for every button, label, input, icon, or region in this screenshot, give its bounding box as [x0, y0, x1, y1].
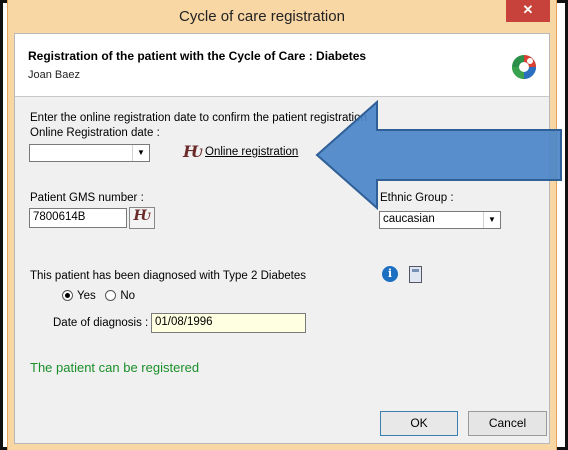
ok-button[interactable]: OK: [380, 411, 458, 436]
online-date-label: Online Registration date :: [30, 127, 160, 139]
status-message: The patient can be registered: [30, 360, 200, 375]
diagnosis-date-field[interactable]: 01/08/1996: [151, 313, 306, 333]
dialog-window: Cycle of care registration ✕ Registratio…: [7, 0, 557, 450]
info-icon[interactable]: i: [382, 266, 398, 282]
patient-name: Joan Baez: [28, 69, 80, 81]
diagnosis-date-value: 01/08/1996: [155, 316, 213, 328]
hse-icon[interactable]: Ƕ: [183, 142, 203, 161]
radio-on-icon: [62, 290, 73, 302]
dialog-header: Registration of the patient with the Cyc…: [15, 34, 549, 97]
diagnosis-date-label: Date of diagnosis :: [53, 317, 149, 329]
gms-number-value: 7800614B: [33, 211, 86, 223]
window-title: Cycle of care registration: [179, 8, 345, 25]
no-radio[interactable]: No: [105, 290, 135, 302]
no-label: No: [120, 290, 136, 302]
colorful-logo-icon: [512, 55, 536, 79]
diagnosis-question: This patient has been diagnosed with Typ…: [30, 270, 306, 282]
online-date-combo[interactable]: ▼: [29, 144, 150, 162]
dialog-body: Registration of the patient with the Cyc…: [14, 33, 550, 444]
diagnosis-radio-group: Yes No: [62, 290, 135, 302]
hse-icon: Ƕ: [133, 208, 151, 224]
ethnic-group-value: caucasian: [383, 213, 435, 225]
chevron-down-icon[interactable]: ▼: [483, 212, 500, 228]
close-button[interactable]: ✕: [506, 0, 550, 22]
chevron-down-icon[interactable]: ▼: [132, 145, 149, 161]
calculator-icon[interactable]: [409, 266, 422, 283]
header-title: Registration of the patient with the Cyc…: [28, 49, 367, 63]
ethnic-group-combo[interactable]: caucasian ▼: [379, 211, 501, 229]
big-blue-arrow-icon: [315, 100, 562, 210]
radio-off-icon: [105, 290, 117, 302]
title-bar: Cycle of care registration ✕: [8, 0, 556, 33]
yes-radio[interactable]: Yes: [62, 290, 96, 302]
gms-number-field[interactable]: 7800614B: [29, 208, 127, 228]
yes-label: Yes: [77, 290, 96, 302]
cancel-button[interactable]: Cancel: [468, 411, 547, 436]
gms-label: Patient GMS number :: [30, 192, 144, 204]
online-registration-link[interactable]: Online registration: [205, 146, 298, 158]
gms-lookup-button[interactable]: Ƕ: [129, 207, 155, 229]
